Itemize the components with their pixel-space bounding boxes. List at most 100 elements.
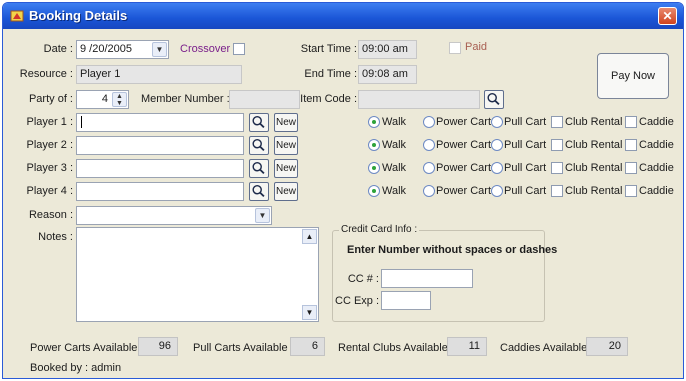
player-2-walk-label: Walk — [382, 139, 407, 151]
player-1-search-button[interactable] — [249, 113, 269, 132]
magnifier-icon — [252, 161, 265, 175]
player-4-input[interactable] — [76, 182, 244, 201]
party-of-value: 4 — [101, 93, 108, 105]
player-2-pull-cart-radio[interactable] — [491, 139, 503, 151]
player-2-walk-radio[interactable] — [368, 139, 380, 151]
player-3-power-cart-radio[interactable] — [423, 162, 435, 174]
notes-textarea[interactable]: ▲ ▼ — [76, 227, 319, 322]
player-4-caddie-label: Caddie — [639, 185, 674, 197]
player-2-search-button[interactable] — [249, 136, 269, 155]
reason-label: Reason : — [28, 209, 73, 221]
player-2-caddie-checkbox[interactable] — [625, 139, 637, 151]
text-cursor — [81, 116, 82, 128]
pull-carts-label: Pull Carts Available : — [193, 342, 294, 354]
player-2-new-button[interactable]: New — [274, 136, 298, 155]
resource-field[interactable]: Player 1 — [76, 65, 242, 84]
chevron-down-icon[interactable]: ▼ — [255, 208, 270, 223]
pull-carts-value: 6 — [290, 337, 325, 356]
player-2-club-rental-checkbox[interactable] — [551, 139, 563, 151]
date-value: 9 /20/2005 — [80, 43, 132, 55]
player-1-walk-radio[interactable] — [368, 116, 380, 128]
crossover-checkbox[interactable] — [233, 43, 245, 55]
player-4-pull-cart-label: Pull Cart — [504, 185, 547, 197]
player-1-caddie-checkbox[interactable] — [625, 116, 637, 128]
player-2-label: Player 2 : — [26, 139, 73, 151]
player-3-caddie-label: Caddie — [639, 162, 674, 174]
start-time-field[interactable]: 09:00 am — [358, 40, 417, 59]
end-time-field[interactable]: 09:08 am — [358, 65, 417, 84]
player-4-power-cart-label: Power Cart — [436, 185, 492, 197]
credit-card-legend: Credit Card Info : — [339, 224, 420, 235]
spinner-icon[interactable]: ▲ ▼ — [112, 92, 127, 107]
player-3-label: Player 3 : — [26, 162, 73, 174]
cc-exp-input[interactable] — [381, 291, 431, 310]
player-4-power-cart-radio[interactable] — [423, 185, 435, 197]
player-1-club-rental-checkbox[interactable] — [551, 116, 563, 128]
player-3-search-button[interactable] — [249, 159, 269, 178]
date-combo[interactable]: 9 /20/2005 ▼ — [76, 40, 169, 59]
player-4-label: Player 4 : — [26, 185, 73, 197]
player-4-search-button[interactable] — [249, 182, 269, 201]
player-1-label: Player 1 : — [26, 116, 73, 128]
player-2-pull-cart-label: Pull Cart — [504, 139, 547, 151]
item-code-search-button[interactable] — [484, 90, 504, 109]
player-3-walk-radio[interactable] — [368, 162, 380, 174]
player-4-new-button[interactable]: New — [274, 182, 298, 201]
booked-by-label: Booked by : admin — [30, 362, 122, 374]
player-1-power-cart-radio[interactable] — [423, 116, 435, 128]
player-1-power-cart-label: Power Cart — [436, 116, 492, 128]
magnifier-icon — [252, 184, 265, 198]
player-3-power-cart-label: Power Cart — [436, 162, 492, 174]
member-number-label: Member Number : — [141, 93, 230, 105]
player-2-club-rental-label: Club Rental — [565, 139, 623, 151]
rental-clubs-value: 11 — [447, 337, 487, 356]
member-number-field[interactable] — [229, 90, 300, 109]
player-3-walk-label: Walk — [382, 162, 407, 174]
player-4-walk-radio[interactable] — [368, 185, 380, 197]
date-label: Date : — [43, 43, 73, 55]
player-4-club-rental-checkbox[interactable] — [551, 185, 563, 197]
close-icon[interactable]: ✕ — [658, 7, 677, 25]
resource-label: Resource : — [19, 68, 73, 80]
paid-label: Paid — [465, 41, 488, 53]
credit-card-instruction: Enter Number without spaces or dashes — [347, 244, 558, 256]
player-1-new-button[interactable]: New — [274, 113, 298, 132]
caddies-label: Caddies Available : — [500, 342, 594, 354]
title-bar: Booking Details ✕ — [3, 3, 683, 29]
magnifier-icon — [252, 138, 265, 152]
player-1-pull-cart-radio[interactable] — [491, 116, 503, 128]
player-1-input[interactable] — [76, 113, 244, 132]
cc-exp-label: CC Exp : — [335, 295, 380, 307]
pay-now-button[interactable]: Pay Now — [597, 53, 669, 99]
player-2-input[interactable] — [76, 136, 244, 155]
notes-label: Notes : — [38, 231, 73, 243]
player-2-power-cart-radio[interactable] — [423, 139, 435, 151]
player-1-pull-cart-label: Pull Cart — [504, 116, 547, 128]
reason-combo[interactable]: ▼ — [76, 206, 272, 225]
player-1-caddie-label: Caddie — [639, 116, 674, 128]
player-1-walk-label: Walk — [382, 116, 407, 128]
power-carts-value: 96 — [138, 337, 178, 356]
crossover-label: Crossover — [180, 43, 231, 55]
magnifier-icon — [487, 92, 500, 106]
player-4-club-rental-label: Club Rental — [565, 185, 623, 197]
player-4-caddie-checkbox[interactable] — [625, 185, 637, 197]
item-code-field[interactable] — [358, 90, 480, 109]
paid-checkbox[interactable] — [449, 42, 461, 54]
scroll-down-icon[interactable]: ▼ — [302, 305, 317, 320]
player-4-pull-cart-radio[interactable] — [491, 185, 503, 197]
player-2-power-cart-label: Power Cart — [436, 139, 492, 151]
player-3-club-rental-label: Club Rental — [565, 162, 623, 174]
scroll-up-icon[interactable]: ▲ — [302, 229, 317, 244]
magnifier-icon — [252, 115, 265, 129]
chevron-down-icon[interactable]: ▼ — [152, 42, 167, 57]
player-3-input[interactable] — [76, 159, 244, 178]
rental-clubs-label: Rental Clubs Available : — [338, 342, 454, 354]
player-3-new-button[interactable]: New — [274, 159, 298, 178]
player-3-pull-cart-radio[interactable] — [491, 162, 503, 174]
player-3-caddie-checkbox[interactable] — [625, 162, 637, 174]
cc-number-label: CC # : — [347, 273, 379, 285]
party-of-spinner[interactable]: 4 ▲ ▼ — [76, 90, 129, 109]
player-3-club-rental-checkbox[interactable] — [551, 162, 563, 174]
cc-number-input[interactable] — [381, 269, 473, 288]
